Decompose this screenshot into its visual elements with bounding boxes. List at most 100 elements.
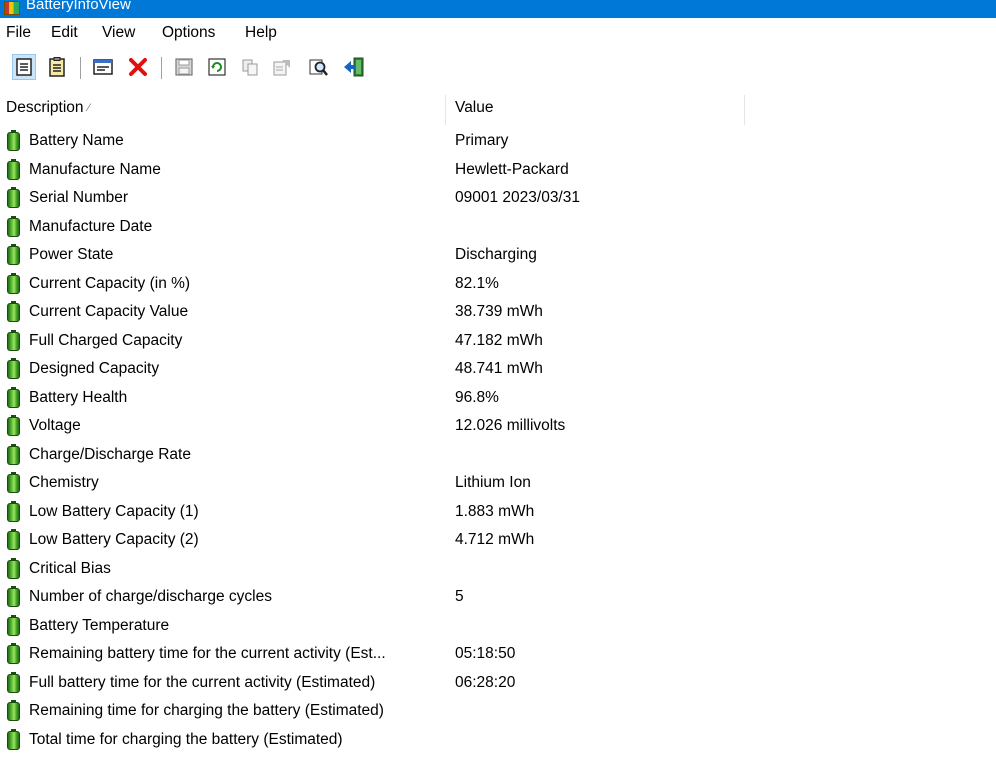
battery-icon	[7, 215, 20, 237]
app-icon	[4, 1, 20, 15]
refresh-button[interactable]	[205, 54, 229, 80]
battery-icon	[7, 130, 20, 151]
battery-icon	[7, 158, 20, 180]
item-description: Low Battery Capacity (1)	[29, 502, 199, 520]
window-title: BatteryInfoView	[26, 0, 131, 13]
battery-icon	[7, 472, 20, 493]
toolbar	[0, 47, 996, 93]
battery-icon	[7, 386, 20, 408]
item-description: Full Charged Capacity	[29, 331, 183, 349]
item-value: 12.026 millivolts	[455, 417, 566, 434]
properties-button[interactable]	[270, 54, 294, 80]
list-item[interactable]: Total time for charging the battery (Est…	[0, 727, 996, 756]
item-description: Total time for charging the battery (Est…	[29, 730, 343, 748]
list-item[interactable]: Manufacture Name Hewlett-Packard	[0, 157, 996, 186]
toolbar-separator	[80, 57, 81, 79]
item-description: Remaining battery time for the current a…	[29, 645, 386, 662]
item-description: Number of charge/discharge cycles	[29, 588, 272, 605]
menu-file[interactable]: File	[6, 24, 31, 42]
properties-icon	[273, 60, 290, 76]
list-item[interactable]: Battery Temperature	[0, 613, 996, 642]
toolbar-separator	[161, 57, 162, 79]
item-description: Voltage	[29, 417, 81, 434]
title-bar: BatteryInfoView	[0, 0, 996, 18]
item-description: Critical Bias	[29, 559, 111, 577]
delete-icon	[129, 58, 147, 76]
exit-button[interactable]	[342, 54, 366, 80]
item-description: Manufacture Date	[29, 217, 153, 235]
battery-icon	[7, 187, 20, 208]
item-value: 47.182 mWh	[455, 331, 543, 349]
list-item[interactable]: Current Capacity Value 38.739 mWh	[0, 299, 996, 328]
menu-help[interactable]: Help	[245, 24, 277, 42]
item-value: Lithium Ion	[455, 474, 531, 491]
column-header-value[interactable]: Value	[455, 99, 494, 117]
battery-icon	[7, 358, 20, 379]
battery-icon	[7, 500, 20, 522]
copy-icon	[242, 59, 258, 76]
list-item[interactable]: Designed Capacity 48.741 mWh	[0, 356, 996, 385]
list-item[interactable]: Chemistry Lithium Ion	[0, 470, 996, 499]
list-item[interactable]: Remaining time for charging the battery …	[0, 698, 996, 727]
copy-button[interactable]	[238, 54, 262, 80]
refresh-icon	[208, 58, 226, 76]
battery-icon	[7, 244, 20, 265]
battery-icon	[7, 415, 20, 436]
battery-log-button[interactable]	[91, 54, 115, 80]
list-item[interactable]: Critical Bias	[0, 556, 996, 585]
battery-icon	[7, 529, 20, 550]
item-value: 06:28:20	[455, 673, 516, 691]
battery-icon	[7, 329, 20, 351]
list-item[interactable]: Voltage 12.026 millivolts	[0, 413, 996, 442]
item-description: Battery Temperature	[29, 616, 170, 634]
item-description: Low Battery Capacity (2)	[29, 531, 199, 548]
battery-icon	[7, 671, 20, 693]
list-item[interactable]: Battery Health 96.8%	[0, 385, 996, 414]
item-description: Full battery time for the current activi…	[29, 673, 376, 691]
item-value: 5	[455, 588, 464, 605]
column-divider[interactable]	[744, 95, 745, 125]
list-item[interactable]: Battery Name Primary	[0, 128, 996, 157]
item-value: 4.712 mWh	[455, 531, 535, 548]
item-description: Manufacture Name	[29, 160, 161, 178]
item-value: 09001 2023/03/31	[455, 189, 580, 206]
item-value: 96.8%	[455, 388, 499, 406]
list-item[interactable]: Remaining battery time for the current a…	[0, 641, 996, 670]
list-item[interactable]: Low Battery Capacity (1) 1.883 mWh	[0, 499, 996, 528]
item-description: Battery Name	[29, 132, 124, 149]
item-description: Remaining time for charging the battery …	[29, 702, 384, 719]
find-button[interactable]	[307, 54, 331, 80]
list-item[interactable]: Charge/Discharge Rate	[0, 442, 996, 471]
list-item[interactable]: Low Battery Capacity (2) 4.712 mWh	[0, 527, 996, 556]
list-item[interactable]: Power State Discharging	[0, 242, 996, 271]
battery-icon	[7, 643, 20, 664]
menu-options[interactable]: Options	[162, 24, 215, 42]
delete-button[interactable]	[126, 54, 150, 80]
menu-edit[interactable]: Edit	[51, 24, 78, 42]
list-item[interactable]: Current Capacity (in %) 82.1%	[0, 271, 996, 300]
save-button[interactable]	[172, 54, 196, 80]
list-view-icon	[16, 58, 32, 76]
item-value: 05:18:50	[455, 645, 516, 662]
battery-icon	[7, 301, 20, 322]
column-divider[interactable]	[445, 95, 446, 125]
item-description: Power State	[29, 246, 114, 263]
battery-icon	[7, 272, 20, 294]
list-item[interactable]: Full Charged Capacity 47.182 mWh	[0, 328, 996, 357]
list-item[interactable]: Number of charge/discharge cycles 5	[0, 584, 996, 613]
list-item[interactable]: Full battery time for the current activi…	[0, 670, 996, 699]
item-value: 48.741 mWh	[455, 360, 543, 377]
item-description: Current Capacity Value	[29, 303, 189, 320]
item-value: 1.883 mWh	[455, 502, 535, 520]
item-description: Designed Capacity	[29, 360, 160, 377]
sort-ascending-icon: ⁄	[88, 102, 90, 114]
detail-view-icon	[49, 57, 65, 77]
list-item[interactable]: Manufacture Date	[0, 214, 996, 243]
detail-view-button[interactable]	[45, 54, 69, 80]
item-description: Charge/Discharge Rate	[29, 445, 191, 463]
item-value: Primary	[455, 132, 509, 149]
list-item[interactable]: Serial Number 09001 2023/03/31	[0, 185, 996, 214]
list-view-button[interactable]	[12, 54, 36, 80]
column-header-description[interactable]: Description	[6, 99, 84, 117]
menu-view[interactable]: View	[102, 24, 135, 42]
